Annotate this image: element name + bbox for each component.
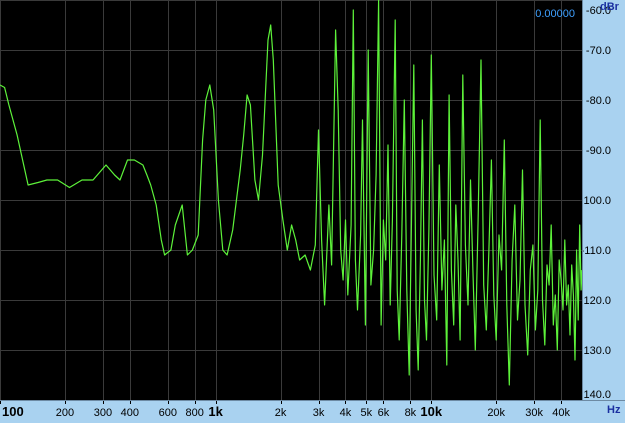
x-tick-label: 4k bbox=[340, 407, 352, 419]
y-tick-label: -80.0 bbox=[586, 95, 611, 107]
spectrum-chart: 100 200 300 400 600 800 1k 2k 3k 4k 5k 6k 8k 10k 20k 30… bbox=[0, 0, 625, 423]
x-tick-label: 300 bbox=[94, 407, 112, 419]
x-tick-label: 400 bbox=[121, 407, 139, 419]
y-tick-label: -140.0 bbox=[580, 389, 611, 401]
x-tick-label: 30k bbox=[525, 407, 543, 419]
x-tick-label: 40k bbox=[552, 407, 570, 419]
y-tick-label: -100.0 bbox=[580, 195, 611, 207]
y-tick-label: -110.0 bbox=[581, 245, 611, 257]
x-tick-label: 800 bbox=[186, 407, 204, 419]
x-tick-label: 10k bbox=[420, 404, 442, 419]
y-tick-label: -130.0 bbox=[580, 345, 611, 357]
x-unit-label: Hz bbox=[607, 404, 621, 416]
x-tick-label: 100 bbox=[2, 404, 24, 419]
x-tick-label: 5k bbox=[361, 407, 373, 419]
x-tick-label: 2k bbox=[275, 407, 287, 419]
x-tick-label: 6k bbox=[378, 407, 390, 419]
x-tick-label: 1k bbox=[208, 404, 223, 419]
y-tick-label: -70.0 bbox=[586, 45, 611, 57]
y-axis-panel bbox=[582, 0, 625, 423]
x-tick-label: 20k bbox=[487, 407, 505, 419]
x-tick-label: 600 bbox=[159, 407, 177, 419]
level-readout: 0.00000 bbox=[535, 8, 575, 20]
y-tick-label: -120.0 bbox=[580, 295, 611, 307]
x-tick-label: 3k bbox=[313, 407, 325, 419]
y-unit-label: dBr bbox=[600, 1, 619, 13]
x-tick-label: 200 bbox=[56, 407, 74, 419]
y-tick-label: -90.0 bbox=[586, 145, 611, 157]
x-tick-label: 8k bbox=[405, 407, 417, 419]
